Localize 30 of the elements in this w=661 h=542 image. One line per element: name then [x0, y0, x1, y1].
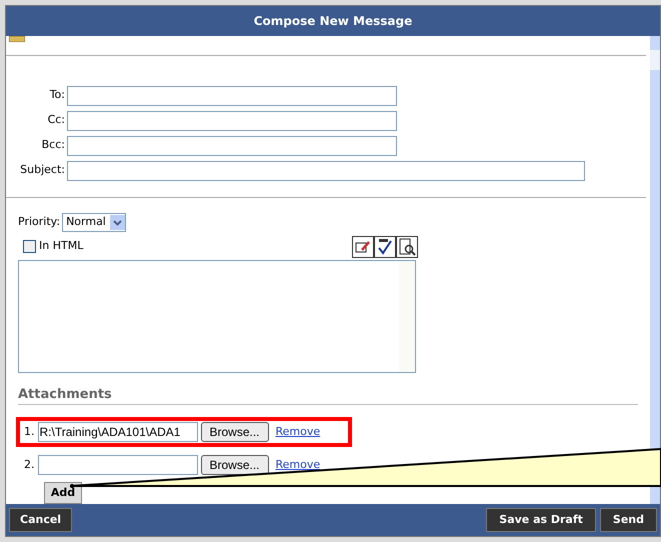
row-number: 2. [24, 456, 34, 473]
file-path-field[interactable]: R:\Training\ADA101\ADA1 [38, 422, 198, 442]
row-number: 1. [24, 424, 34, 440]
remove-link[interactable]: Remove [276, 456, 320, 474]
field-label: To: [48, 87, 66, 104]
footer-button[interactable]: Send [600, 508, 657, 532]
attachments-heading: Attachments [18, 384, 638, 405]
remove-link[interactable]: Remove [276, 424, 320, 440]
preview-icon[interactable] [396, 236, 418, 258]
text-field[interactable] [67, 86, 397, 106]
window-title: Compose New Message [6, 6, 660, 36]
edit-icon[interactable] [352, 236, 374, 258]
checkbox-label: In HTML [39, 238, 84, 254]
field-label: Bcc: [40, 137, 66, 154]
checkbox[interactable] [23, 240, 36, 253]
browse-button[interactable]: Browse... [200, 422, 269, 442]
footer-button[interactable]: Cancel [9, 508, 72, 532]
text-field[interactable] [67, 136, 397, 156]
file-path-field[interactable] [38, 455, 198, 475]
add-button[interactable]: Add [44, 482, 82, 504]
text-field[interactable] [67, 160, 585, 180]
priority-label: Priority: [18, 214, 60, 230]
field-label: Subject: [19, 162, 66, 178]
message-body-field[interactable] [18, 260, 416, 372]
browse-button[interactable]: Browse... [200, 455, 269, 475]
text-field[interactable] [67, 110, 397, 130]
spellcheck-icon[interactable] [374, 236, 396, 258]
footer-button[interactable]: Save as Draft [486, 508, 596, 532]
priority-dropdown[interactable]: Normal [62, 212, 126, 232]
field-label: Cc: [46, 112, 66, 128]
